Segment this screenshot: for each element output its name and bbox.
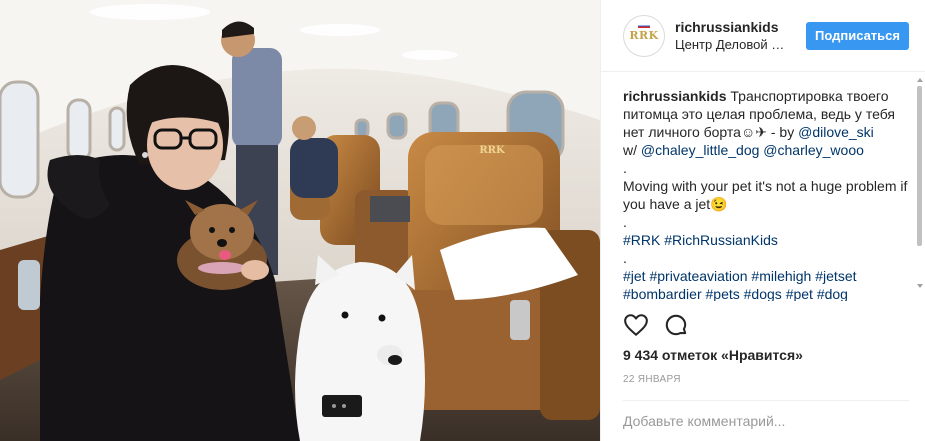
seat-logo: RRK	[479, 145, 505, 156]
post-caption: richrussiankids Транспортировка твоего п…	[623, 73, 911, 301]
caption-hashtags-brand: #RRK #RichRussianKids	[623, 231, 911, 249]
scroll-down-arrow-icon[interactable]	[917, 284, 923, 288]
mention-link[interactable]: @chaley_little_dog	[641, 142, 760, 158]
caption-text-en: Moving with your pet it's not a huge pro…	[623, 178, 908, 212]
location-link[interactable]: Центр Деловой …	[675, 36, 806, 54]
speech-bubble-icon[interactable]	[663, 312, 689, 338]
hashtag-link[interactable]: #jetset	[815, 268, 856, 284]
add-comment-section	[623, 400, 909, 441]
instagram-post: RRK RRK richrussiankids Центр Деловой … …	[0, 0, 925, 441]
caption-hashtags-line-2: #bombardier #pets #dogs #pet #dog	[623, 285, 911, 301]
caption-dot: .	[623, 214, 627, 230]
avatar-logo-text: RRK	[629, 29, 659, 42]
scroll-thumb[interactable]	[917, 86, 922, 246]
post-header: RRK richrussiankids Центр Деловой … Подп…	[601, 0, 925, 72]
hashtag-link[interactable]: #milehigh	[751, 268, 811, 284]
comments-list[interactable]: richrussiankids Транспортировка твоего п…	[623, 73, 911, 301]
comment-input[interactable]	[623, 401, 909, 429]
flag-icon	[638, 23, 650, 28]
avatar[interactable]: RRK	[623, 14, 665, 57]
hashtag-link[interactable]: #RRK	[623, 232, 660, 248]
with-prefix: w/	[623, 142, 641, 158]
caption-mentions-line: w/ @chaley_little_dog @charley_wooo	[623, 141, 911, 159]
mention-link[interactable]: @charley_wooo	[763, 142, 864, 158]
hashtag-link[interactable]: #privateaviation	[649, 268, 747, 284]
hashtag-link[interactable]: #bombardier	[623, 286, 702, 301]
hashtag-link[interactable]: #RichRussianKids	[664, 232, 778, 248]
post-photo[interactable]: RRK	[0, 0, 600, 441]
heart-outline-icon[interactable]	[623, 312, 649, 338]
hashtag-link[interactable]: #pet	[786, 286, 813, 301]
post-details-panel: RRK richrussiankids Центр Деловой … Подп…	[600, 0, 925, 441]
photo-illustration: RRK	[0, 0, 600, 441]
comments-scrollbar[interactable]	[917, 78, 923, 288]
hashtag-link[interactable]: #jet	[623, 268, 646, 284]
likes-count[interactable]: 9 434 отметок «Нравится»	[623, 347, 803, 363]
follow-button[interactable]: Подписаться	[805, 21, 909, 50]
caption-dot: .	[623, 160, 627, 176]
caption-dot: .	[623, 250, 627, 266]
hashtag-link[interactable]: #dog	[817, 286, 848, 301]
caption-username-link[interactable]: richrussiankids	[623, 88, 727, 104]
hashtag-link[interactable]: #dogs	[744, 286, 782, 301]
scroll-up-arrow-icon[interactable]	[917, 78, 923, 82]
post-date[interactable]: 22 ЯНВАРЯ	[623, 374, 681, 385]
mention-link[interactable]: @dilove_ski	[798, 124, 874, 140]
caption-hashtags-line-1: #jet #privateaviation #milehigh #jetset	[623, 267, 911, 285]
hashtag-link[interactable]: #pets	[706, 286, 740, 301]
username-link[interactable]: richrussiankids	[675, 18, 806, 36]
user-info: richrussiankids Центр Деловой …	[675, 18, 806, 54]
post-actions	[623, 312, 689, 338]
caption-text-ru: richrussiankids Транспортировка твоего п…	[623, 87, 911, 141]
